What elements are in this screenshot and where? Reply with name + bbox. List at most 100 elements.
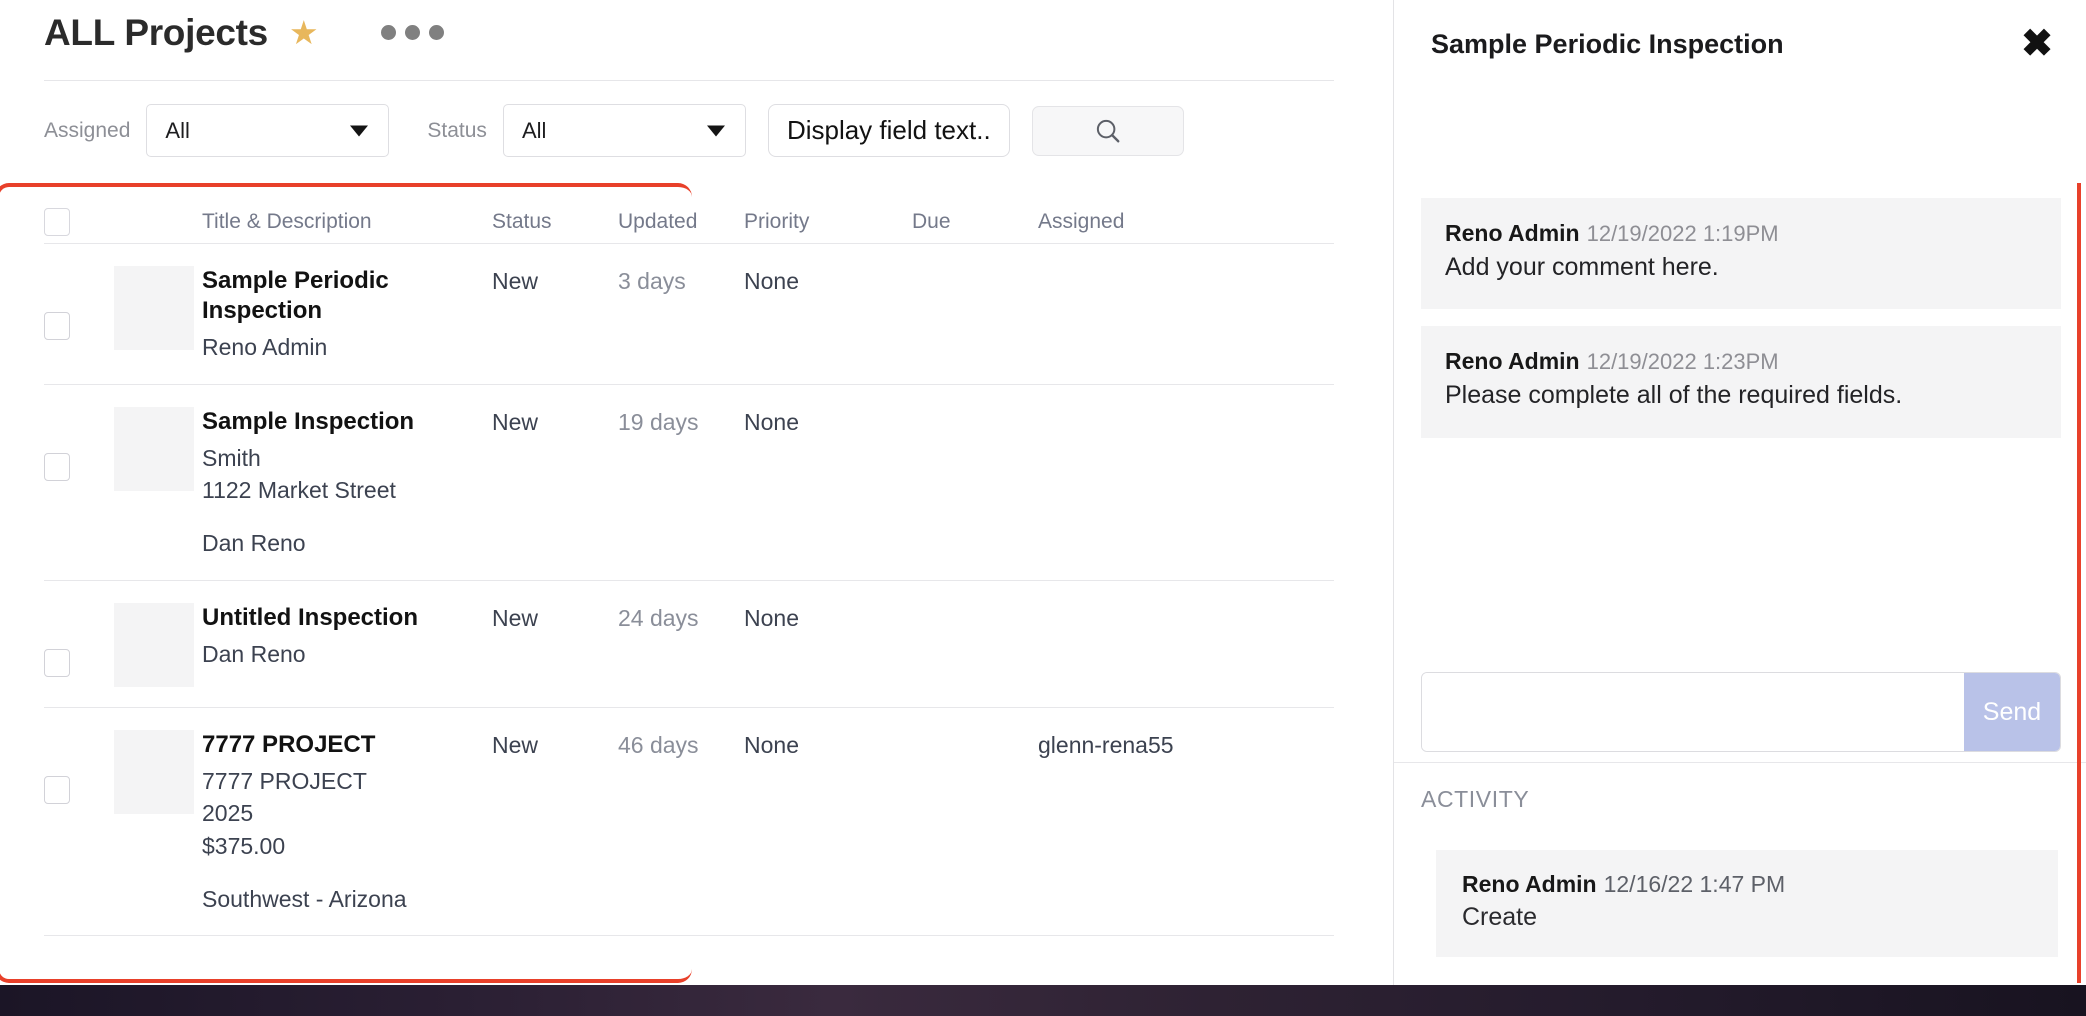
row-priority-cell: None (744, 266, 912, 296)
comment-input[interactable] (1422, 673, 1964, 751)
row-title: Sample Periodic Inspection (202, 267, 389, 324)
panel-highlight-outline-right (2077, 183, 2081, 983)
thumbnail-placeholder (114, 406, 194, 491)
row-updated: 24 days (618, 604, 699, 631)
row-updated-cell: 46 days (618, 730, 744, 760)
row-thumbnail (114, 406, 202, 491)
column-header-due[interactable]: Due (912, 210, 1038, 234)
comment-meta: Reno Admin 12/19/2022 1:23PM (1445, 348, 2037, 375)
row-updated: 3 days (618, 268, 686, 294)
row-title-cell[interactable]: Untitled Inspection Dan Reno (202, 603, 492, 671)
column-header-title[interactable]: Title & Description (202, 210, 492, 234)
row-status-cell: New (492, 266, 618, 296)
comment-body: Add your comment here. (1445, 253, 1719, 281)
table-header-row: Title & Description Status Updated Prior… (44, 200, 1334, 244)
row-assigned-cell: glenn-rena55 (1038, 730, 1178, 760)
status-filter-select[interactable]: All (502, 104, 746, 157)
row-status-cell: New (492, 603, 618, 633)
page-title: ALL Projects (44, 12, 268, 53)
search-icon (1096, 119, 1120, 142)
checkbox-icon (44, 207, 70, 236)
row-subtitle: Smith (202, 444, 261, 471)
row-title: Sample Inspection (202, 407, 415, 435)
checkbox-icon (44, 312, 70, 340)
column-header-updated[interactable]: Updated (618, 210, 744, 234)
table-row[interactable]: Sample Inspection Smith 1122 Market Street… (44, 385, 1334, 581)
row-status-cell: New (492, 407, 618, 437)
checkbox-icon (44, 452, 70, 481)
row-updated-cell: 3 days (618, 266, 744, 296)
bottom-strip (0, 985, 2086, 1016)
row-priority: None (744, 408, 799, 435)
detail-panel: Sample Periodic Inspection ✖ Reno Admin 1… (1393, 0, 2086, 985)
detail-panel-header: Sample Periodic Inspection ✖ (1394, 0, 2086, 88)
thumbnail-placeholder (114, 729, 194, 814)
row-subtitle: 7777 PROJECT (202, 767, 367, 794)
status-filter-value: All (521, 117, 547, 143)
table-row[interactable]: 7777 PROJECT 7777 PROJECT 2025 $375.00 South… (44, 708, 1334, 937)
filter-bar: Assigned All Status All Display field te… (44, 104, 1184, 157)
row-status: New (492, 604, 539, 631)
star-icon[interactable]: ★ (289, 16, 319, 49)
assigned-filter-select[interactable]: All (146, 104, 390, 157)
row-title: 7777 PROJECT (202, 730, 376, 758)
comment-time: 12/19/2022 1:23PM (1586, 349, 1779, 375)
row-checkbox[interactable] (44, 603, 114, 677)
close-icon[interactable]: ✖ (2021, 25, 2053, 63)
row-priority: None (744, 731, 799, 758)
row-priority-cell: None (744, 603, 912, 633)
more-options-icon[interactable] (380, 25, 444, 40)
row-title-cell[interactable]: 7777 PROJECT 7777 PROJECT 2025 $375.00 South… (202, 730, 492, 916)
activity-author: Reno Admin (1462, 871, 1597, 897)
row-title-cell[interactable]: Sample Inspection Smith 1122 Market Street… (202, 407, 492, 560)
checkbox-icon (44, 775, 70, 804)
row-subtitle: Reno Admin (202, 334, 328, 360)
row-checkbox[interactable] (44, 407, 114, 481)
row-priority: None (744, 604, 799, 631)
comment-time: 12/19/2022 1:19PM (1586, 221, 1779, 246)
search-input[interactable] (1031, 105, 1184, 156)
activity-meta: Reno Admin 12/16/22 1:47 PM (1462, 871, 2032, 898)
row-updated: 19 days (618, 408, 699, 435)
assigned-filter-value: All (165, 117, 190, 143)
row-checkbox[interactable] (44, 730, 114, 804)
comment-item: Reno Admin 12/19/2022 1:23PM Please comple… (1421, 326, 2061, 438)
comment-author: Reno Admin (1445, 220, 1580, 246)
row-title-cell[interactable]: Sample Periodic Inspection Reno Admin (202, 266, 492, 364)
activity-section-label: ACTIVITY (1421, 786, 1530, 812)
comment-composer: Send (1421, 672, 2061, 752)
row-thumbnail (114, 266, 202, 350)
column-header-status[interactable]: Status (492, 210, 618, 234)
checkbox-icon (44, 648, 70, 677)
comment-author: Reno Admin (1445, 348, 1580, 375)
page-header: ALL Projects ★ (44, 14, 444, 51)
row-updated-cell: 19 days (618, 407, 744, 437)
comment-item: Reno Admin 12/19/2022 1:19PM Add your comm… (1421, 198, 2061, 310)
row-status-cell: New (492, 730, 618, 760)
row-updated: 46 days (618, 731, 699, 758)
row-title: Untitled Inspection (202, 603, 418, 631)
row-subtitle: 1122 Market Street (202, 477, 396, 504)
row-subtitle: 2025 (202, 800, 254, 827)
table-row[interactable]: Untitled Inspection Dan Reno New 24 days Non… (44, 581, 1334, 708)
status-filter-label: Status (427, 118, 487, 142)
row-footer: Dan Reno (202, 529, 306, 556)
select-all-checkbox[interactable] (44, 207, 114, 236)
row-subtitle: $375.00 (202, 832, 286, 859)
send-button[interactable]: Send (1964, 673, 2060, 751)
column-header-assigned[interactable]: Assigned (1038, 210, 1178, 234)
chevron-down-icon (350, 125, 369, 136)
activity-entry: Reno Admin 12/16/22 1:47 PM Create (1436, 850, 2058, 957)
thumbnail-placeholder (114, 266, 194, 350)
table-row[interactable]: Sample Periodic Inspection Reno Admin New 3… (44, 244, 1334, 385)
row-status: New (492, 408, 539, 435)
column-header-priority[interactable]: Priority (744, 210, 912, 234)
comment-body: Please complete all of the required fiel… (1445, 381, 1903, 410)
thumbnail-placeholder (114, 602, 194, 687)
row-thumbnail (114, 729, 202, 814)
comment-meta: Reno Admin 12/19/2022 1:19PM (1445, 220, 2037, 247)
display-field-text-button[interactable]: Display field text.. (767, 104, 1010, 157)
row-checkbox[interactable] (44, 266, 114, 340)
table-body: Sample Periodic Inspection Reno Admin New 3… (44, 244, 1334, 937)
assigned-filter-label: Assigned (44, 118, 131, 142)
